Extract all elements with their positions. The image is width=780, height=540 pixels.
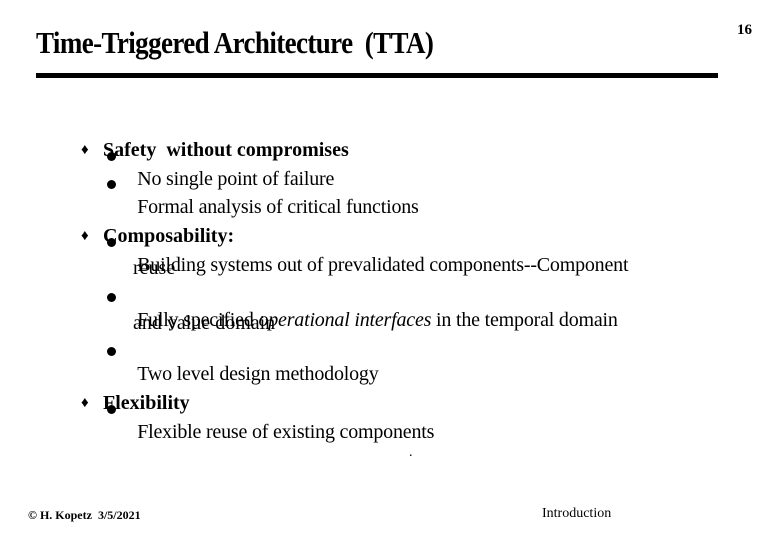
subitem-text: Flexible reuse of existing components [137,421,435,443]
title-underline [36,73,718,78]
subitem: Flexible reuse of existing components [107,398,435,467]
round-bullet-icon [107,347,116,356]
subitem-emphasis: operational interfaces [258,309,432,331]
round-bullet-icon [107,405,116,414]
diamond-bullet-icon: ♦ [81,228,89,244]
subitem-text: Building systems out of prevalidated com… [137,254,629,276]
round-bullet-icon [107,293,116,302]
page-number: 16 [737,22,752,38]
slide-title: Time-Triggered Architecture (TTA) [36,26,434,60]
footer-copyright: © H. Kopetz 3/5/2021 [28,508,141,522]
round-bullet-icon [107,180,116,189]
diamond-bullet-icon: ♦ [81,142,89,158]
subitem-text: in the temporal domain [431,309,618,331]
diamond-bullet-icon: ♦ [81,395,89,411]
round-bullet-icon [107,238,116,247]
round-bullet-icon [107,152,116,161]
stray-mark: . [409,445,413,460]
subitem-continuation: and value domain [133,312,276,334]
subitem-continuation: reuse [133,257,176,279]
footer-section: Introduction [542,506,612,521]
